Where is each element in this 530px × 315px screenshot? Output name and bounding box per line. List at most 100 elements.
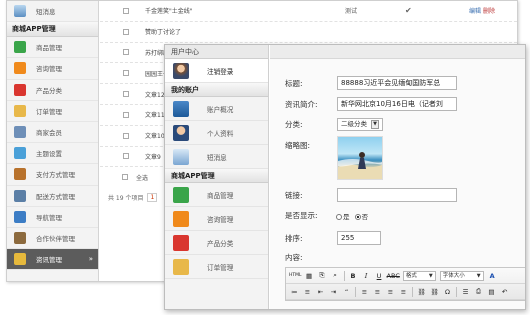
page-number-button[interactable]: 1 — [147, 192, 158, 202]
back-sidebar-item[interactable]: 导航管理 — [7, 207, 98, 228]
row-checkbox[interactable] — [123, 111, 129, 118]
back-sidebar-item[interactable]: 订单管理 — [7, 101, 98, 122]
row-checkbox[interactable] — [123, 91, 129, 98]
row-checkbox[interactable] — [123, 153, 129, 160]
back-sidebar-item-messages[interactable]: 短消息 — [7, 1, 98, 23]
toolbar-button[interactable]: ≔ — [289, 286, 300, 297]
clipboard-icon — [14, 104, 26, 117]
toolbar-button[interactable]: ≡ — [398, 286, 409, 297]
row-checkbox[interactable] — [123, 28, 129, 35]
toolbar-button[interactable]: Ω — [442, 286, 453, 297]
toolbar-separator — [456, 286, 457, 297]
toolbar-button[interactable]: “ — [341, 286, 352, 297]
row-checkbox[interactable] — [123, 70, 129, 77]
toolbar-button[interactable]: ☰ — [460, 286, 471, 297]
sidebar-item-account[interactable]: 个人资料 — [165, 121, 268, 145]
select-all-checkbox[interactable] — [122, 174, 128, 181]
toolbar-button[interactable]: ⛓ — [416, 286, 427, 297]
toolbar-separator — [355, 286, 356, 297]
toolbar-button[interactable]: ▤ — [486, 286, 497, 297]
theme-icon — [14, 147, 26, 160]
format-select[interactable]: 格式 ▼ — [402, 270, 436, 281]
table-row: 千金莲笑"土金线" 测试 ✔ 编辑 删除 — [100, 1, 517, 22]
sidebar-item-logout[interactable]: 注销登录 — [165, 59, 268, 83]
row-checkbox[interactable] — [123, 132, 129, 139]
sidebar-item-label: 主题设置 — [36, 150, 62, 159]
sort-input[interactable]: 255 — [337, 231, 381, 245]
chat-bubble-icon — [14, 62, 26, 75]
row-title[interactable]: 文章9 — [145, 152, 161, 161]
font-color-button[interactable]: A — [487, 270, 498, 281]
folder-icon — [14, 253, 26, 266]
row-checkbox[interactable] — [123, 7, 129, 14]
toolbar-button[interactable]: B — [348, 270, 359, 281]
sidebar-item-account[interactable]: 短消息 — [165, 145, 268, 169]
check-icon: ✔ — [405, 6, 412, 16]
back-sidebar-item[interactable]: 产品分类 — [7, 80, 98, 101]
row-checkbox[interactable] — [123, 49, 129, 56]
sidebar-item-app[interactable]: 订单管理 — [165, 255, 268, 279]
toolbar-button[interactable]: ▦ — [304, 270, 315, 281]
thumbnail-image[interactable] — [337, 136, 383, 180]
back-sidebar-item[interactable]: 商品管理 — [7, 37, 98, 59]
content-row: 内容: — [285, 252, 329, 263]
sidebar-item-app[interactable]: 产品分类 — [165, 231, 268, 255]
avatar-icon — [173, 62, 189, 79]
back-sidebar-item[interactable]: 配送方式管理 — [7, 186, 98, 207]
expand-arrow-icon[interactable]: » — [89, 255, 93, 263]
toolbar-button[interactable]: ⇤ — [315, 286, 326, 297]
chevron-down-icon: ▼ — [428, 272, 433, 279]
toolbar-button[interactable]: ⛓ — [429, 286, 440, 297]
toolbar-button[interactable]: U — [374, 270, 385, 281]
radio-yes[interactable] — [336, 213, 342, 220]
back-sidebar-item[interactable]: 合作伙伴管理 — [7, 228, 98, 250]
radio-no[interactable] — [354, 213, 361, 220]
toolbar-button[interactable]: ⎘ — [317, 270, 328, 281]
rich-text-toolbar: HTML ▦ ⎘ ⌕ B I U ABC 格式 ▼ 字体大小 ▼ A ≔ ≡ ⇤ ⇥ “≡ ≡ ≡ ≡ ⛓ ⛓ Ω ☰ ⎙ ▤ ↶ — [285, 267, 525, 301]
toolbar-button[interactable]: ≡ — [372, 286, 383, 297]
show-label: 是否显示: — [285, 211, 318, 220]
category-label: 分类: — [285, 120, 303, 129]
toolbar-button[interactable]: ⇥ — [328, 286, 339, 297]
toolbar-button[interactable]: ⌕ — [330, 270, 341, 281]
back-sidebar-item[interactable]: 商家会员 — [7, 122, 98, 144]
back-sidebar-item[interactable]: 支付方式管理 — [7, 164, 98, 186]
edit-link[interactable]: 编辑 — [469, 8, 481, 15]
sidebar-item-label: 短消息 — [207, 153, 227, 162]
font-size-select[interactable]: 字体大小 ▼ — [439, 270, 484, 281]
delete-link[interactable]: 删除 — [483, 8, 495, 15]
category-select[interactable]: 二级分类 ▼ — [337, 118, 383, 131]
user-center-heading: 用户中心 — [165, 45, 268, 59]
select-all-label[interactable]: 全选 — [136, 173, 148, 182]
row-title[interactable]: 文章11 — [145, 110, 165, 119]
beach-photo-icon — [338, 152, 382, 179]
sidebar-item-account[interactable]: 账户概况 — [165, 97, 268, 121]
toolbar-separator — [412, 286, 413, 297]
toolbar-button[interactable]: ≡ — [359, 286, 370, 297]
house-icon — [173, 100, 189, 117]
link-input[interactable] — [337, 188, 457, 202]
row-title[interactable]: 赞助丁讨论了 — [145, 27, 181, 36]
sidebar-item-app[interactable]: 咨询管理 — [165, 207, 268, 231]
back-sidebar-item[interactable]: 咨询管理 — [7, 58, 98, 80]
back-sidebar-item[interactable]: 主题设置 — [7, 143, 98, 165]
toolbar-button[interactable]: ⎙ — [473, 286, 484, 297]
font-size-select-label: 字体大小 — [442, 272, 465, 279]
chevron-down-icon[interactable]: ▼ — [371, 120, 379, 129]
toolbar-button[interactable]: ≡ — [385, 286, 396, 297]
app-section-heading: 商城APP管理 — [165, 169, 268, 183]
link-label: 链接: — [285, 190, 303, 200]
row-title[interactable]: 文章12 — [145, 90, 165, 99]
intro-input[interactable]: 新华网北京10月16日电（记者刘 — [337, 97, 457, 111]
toolbar-button[interactable]: I — [361, 270, 372, 281]
toolbar-button[interactable]: HTML — [289, 270, 302, 281]
toolbar-button[interactable]: ≡ — [302, 286, 313, 297]
back-sidebar-item[interactable]: 资讯管理 » — [7, 249, 98, 271]
row-title[interactable]: 文章10 — [145, 131, 165, 140]
row-title[interactable]: 千金莲笑"土金线" — [145, 6, 193, 15]
sidebar-item-label: 订单管理 — [36, 107, 62, 116]
toolbar-button[interactable]: ABC — [387, 270, 400, 281]
sidebar-item-app[interactable]: 商品管理 — [165, 183, 268, 207]
toolbar-button[interactable]: ↶ — [499, 286, 510, 297]
title-input[interactable]: 88888习近平会见缅甸国防军总 — [337, 76, 457, 90]
